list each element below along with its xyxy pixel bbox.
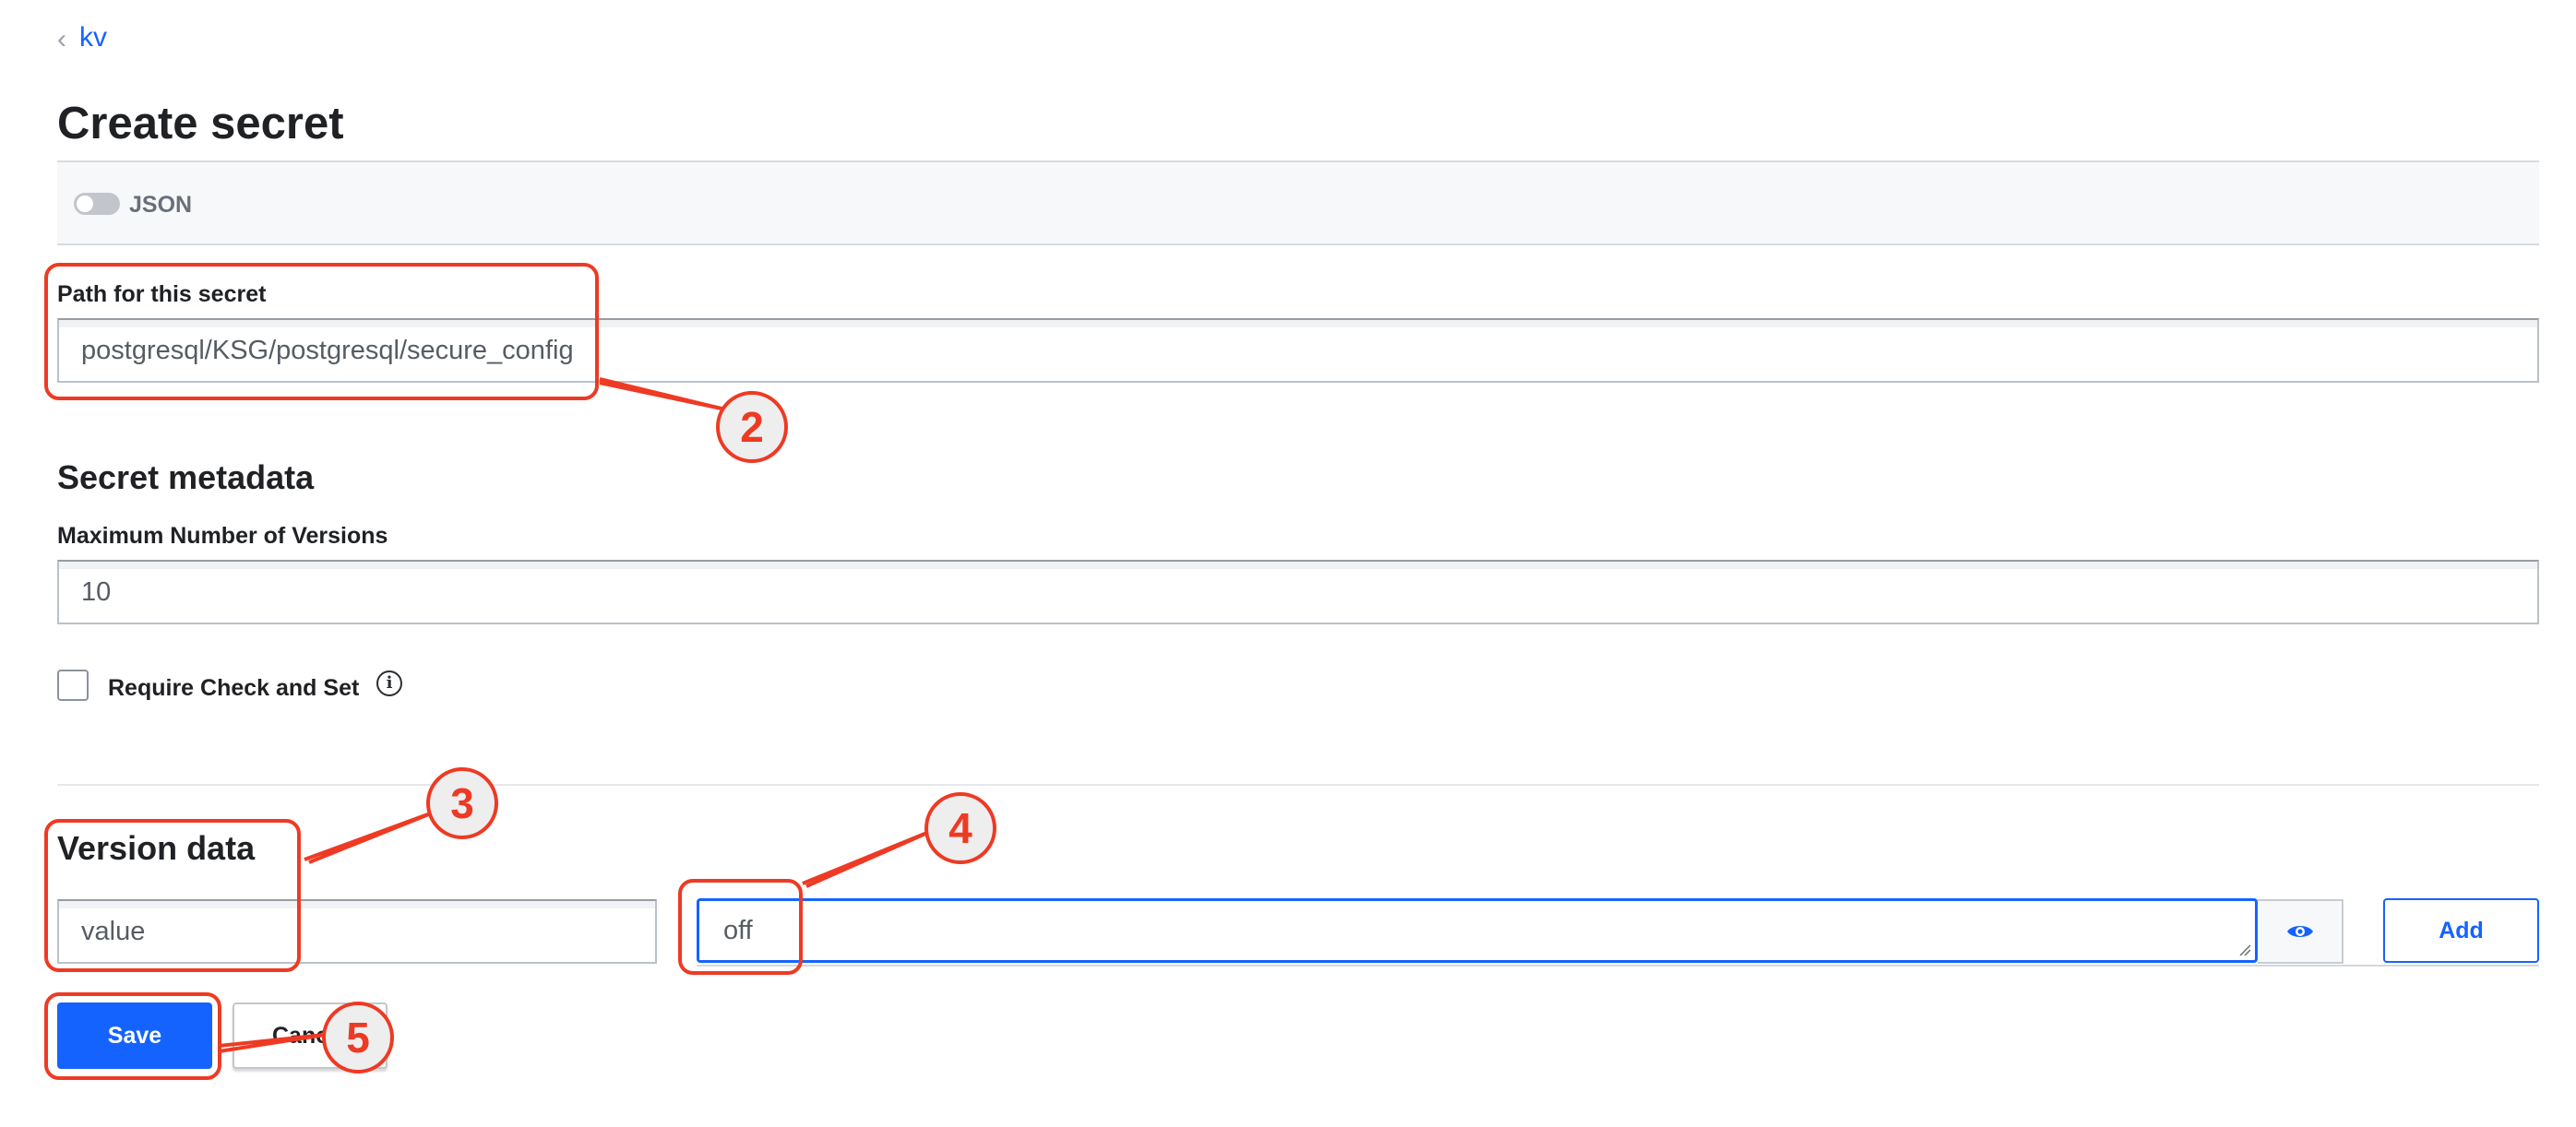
callout-5: 5 xyxy=(322,1002,394,1074)
highlight-path xyxy=(44,263,599,400)
callout-4: 4 xyxy=(924,792,996,864)
highlight-version-data xyxy=(44,819,301,972)
highlight-save xyxy=(44,992,221,1080)
annotation-pointers xyxy=(218,377,936,1053)
callout-3: 3 xyxy=(426,767,498,839)
highlight-value xyxy=(678,879,803,975)
callout-2: 2 xyxy=(716,391,788,463)
